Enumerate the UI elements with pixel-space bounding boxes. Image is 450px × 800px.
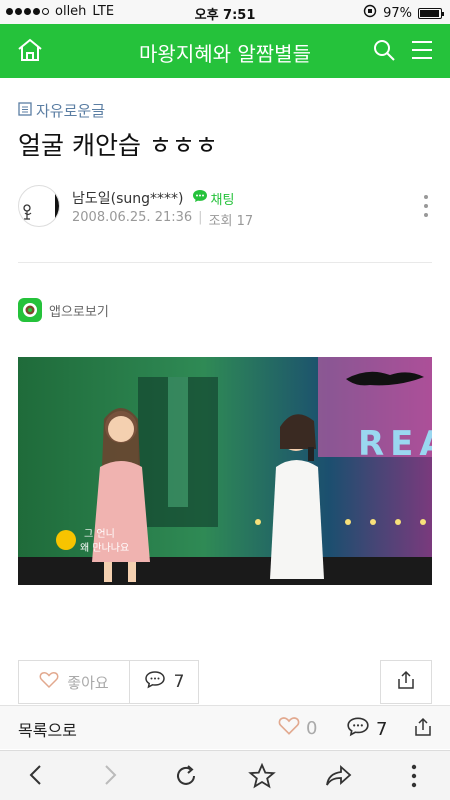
post-title: 얼굴 캐안습 ㅎㅎㅎ: [18, 131, 218, 160]
more-options-icon[interactable]: [424, 195, 428, 217]
meta-divider: |: [198, 210, 203, 225]
avatar[interactable]: [18, 185, 60, 227]
app-view-link[interactable]: 앱으로보기: [18, 298, 109, 322]
chat-bubble-icon: [192, 189, 208, 207]
comment-button[interactable]: 7: [129, 660, 199, 704]
share-button[interactable]: [380, 660, 432, 704]
board-list-icon: [18, 101, 32, 120]
like-button[interactable]: 좋아요: [18, 660, 130, 704]
comment-icon: [144, 670, 166, 695]
more-options-icon[interactable]: [409, 763, 419, 793]
search-icon[interactable]: [372, 38, 396, 66]
comment-count: 7: [173, 672, 185, 692]
menu-icon[interactable]: [411, 40, 433, 64]
chat-button[interactable]: 채팅: [192, 189, 235, 208]
bottom-comment-button[interactable]: 7: [346, 716, 387, 743]
author-name[interactable]: 남도일(sung****): [72, 188, 184, 208]
orientation-lock-icon: [363, 4, 377, 22]
browser-toolbar: [0, 750, 450, 800]
divider: [18, 262, 432, 263]
author-row: 남도일(sung****) 채팅: [72, 188, 234, 208]
post-category[interactable]: 자유로운글: [18, 100, 105, 121]
post-photo[interactable]: REA 그 언니 왜 만나나요: [18, 357, 432, 585]
like-label: 좋아요: [67, 673, 109, 692]
post-date: 2008.06.25. 21:36: [72, 210, 193, 225]
bottom-like-button[interactable]: 0: [278, 716, 317, 741]
cafe-app-icon: [18, 298, 42, 322]
bottom-like-count: 0: [306, 718, 318, 739]
chat-label: 채팅: [210, 192, 235, 208]
category-label: 자유로운글: [36, 102, 106, 120]
back-arrow-icon[interactable]: [26, 763, 46, 791]
share-arrow-icon[interactable]: [325, 763, 353, 793]
status-bar: olleh LTE 오후 7:51 97%: [0, 0, 450, 24]
view-count: 조회 17: [208, 214, 254, 229]
bottom-bar: 목록으로 0 7: [0, 705, 450, 749]
sign-text: REA: [358, 424, 432, 464]
app-header: 마왕지혜와 알짬별들: [0, 24, 450, 78]
back-to-list-button[interactable]: 목록으로: [18, 717, 77, 741]
caption-line-1: 그 언니: [84, 528, 115, 540]
battery-percent: 97%: [383, 5, 412, 21]
star-icon[interactable]: [248, 762, 276, 793]
share-icon[interactable]: [413, 716, 433, 742]
heart-icon: [39, 671, 59, 693]
heart-icon: [278, 716, 300, 741]
status-right-group: 97%: [363, 4, 444, 22]
forward-arrow-icon[interactable]: [100, 763, 120, 791]
battery-icon: [418, 7, 444, 19]
reload-icon[interactable]: [173, 763, 199, 793]
comment-icon: [346, 716, 370, 743]
app-view-label: 앱으로보기: [49, 304, 109, 320]
caption-line-2: 왜 만나나요: [80, 542, 129, 554]
share-icon: [396, 670, 416, 694]
post-meta: 2008.06.25. 21:36 | 조회 17: [72, 210, 253, 229]
bottom-comment-count: 7: [376, 719, 388, 740]
